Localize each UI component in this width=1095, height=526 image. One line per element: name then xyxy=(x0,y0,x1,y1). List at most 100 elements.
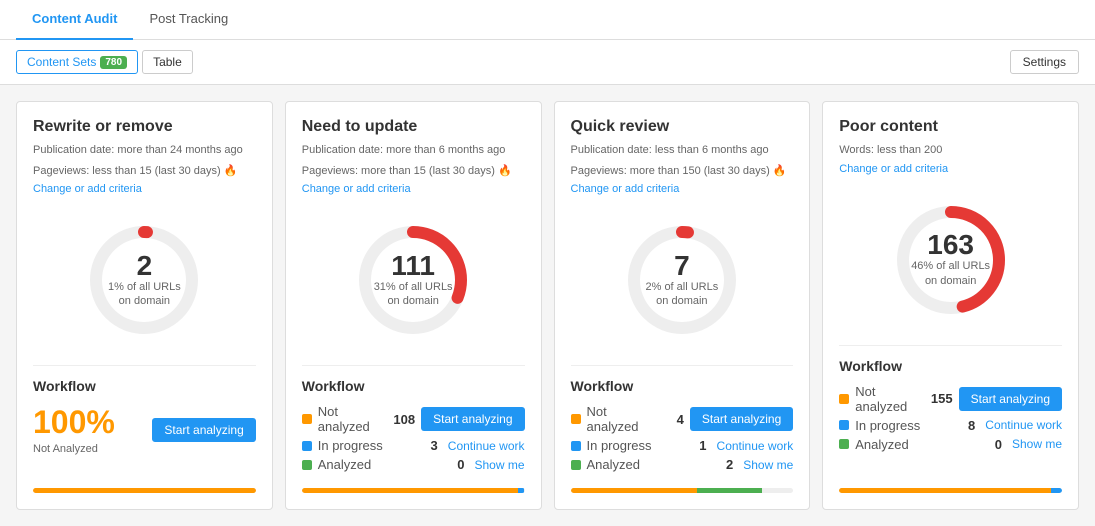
big-percent-label: Not Analyzed xyxy=(33,443,115,455)
workflow-item-count: 0 xyxy=(444,457,464,472)
donut-center: 163 46% of all URLson domain xyxy=(911,231,990,288)
tab-content-audit[interactable]: Content Audit xyxy=(16,0,133,40)
workflow-item-count: 2 xyxy=(713,457,733,472)
workflow-action-link[interactable]: Show me xyxy=(474,458,524,472)
card-rewrite-or-remove: Rewrite or remove Publication date: more … xyxy=(16,101,273,510)
card-criteria-0: Words: less than 200 xyxy=(839,142,1062,159)
card-criteria-1: Pageviews: less than 15 (last 30 days) 🔥 xyxy=(33,163,256,180)
toolbar-left: Content Sets 780 Table xyxy=(16,50,193,74)
content-sets-badge: 780 xyxy=(100,56,127,69)
progress-bar-track xyxy=(839,488,1062,493)
toolbar: Content Sets 780 Table Settings xyxy=(0,40,1095,85)
status-dot xyxy=(839,420,849,430)
workflow-right: Start analyzing xyxy=(421,407,524,431)
workflow-row: Analyzed 0 Show me xyxy=(302,457,525,472)
progress-bar-track xyxy=(33,488,256,493)
status-dot xyxy=(302,414,312,424)
workflow-action-link[interactable]: Continue work xyxy=(448,439,525,453)
workflow-left: Not analyzed 155 xyxy=(839,384,952,414)
workflow-item-count: 4 xyxy=(664,412,684,427)
progress-bar-stacked xyxy=(302,488,525,493)
change-criteria-link[interactable]: Change or add criteria xyxy=(302,183,525,195)
status-dot xyxy=(571,441,581,451)
workflow-action-link[interactable]: Show me xyxy=(1012,437,1062,451)
progress-bar-track xyxy=(302,488,525,493)
not-analyzed-block: 100% Not Analyzed xyxy=(33,404,115,455)
status-dot xyxy=(839,439,849,449)
workflow-action-link[interactable]: Show me xyxy=(743,458,793,472)
workflow-section: Workflow Not analyzed 155 Start analyzin… xyxy=(839,345,1062,456)
status-dot xyxy=(571,414,581,424)
workflow-row: In progress 8 Continue work xyxy=(839,418,1062,433)
start-analyzing-button[interactable]: Start analyzing xyxy=(152,418,255,442)
donut-container: 163 46% of all URLson domain xyxy=(839,195,1062,325)
workflow-item-label: In progress xyxy=(587,438,681,453)
donut-number: 2 xyxy=(108,252,181,280)
workflow-left: Not analyzed 108 xyxy=(302,404,415,434)
status-dot xyxy=(302,441,312,451)
workflow-item-count: 155 xyxy=(931,391,953,406)
donut-number: 111 xyxy=(374,252,453,280)
card-criteria-1: Pageviews: more than 15 (last 30 days) 🔥 xyxy=(302,163,525,180)
workflow-left: In progress 1 xyxy=(571,438,707,453)
status-dot xyxy=(571,460,581,470)
card-title: Quick review xyxy=(571,118,794,136)
donut-center: 2 1% of all URLson domain xyxy=(108,252,181,309)
card-criteria-1: Pageviews: more than 150 (last 30 days) … xyxy=(571,163,794,180)
workflow-row: Not analyzed 108 Start analyzing xyxy=(302,404,525,434)
workflow-right: Show me xyxy=(1008,437,1062,451)
workflow-row: Not analyzed 4 Start analyzing xyxy=(571,404,794,434)
workflow-item-label: Analyzed xyxy=(318,457,439,472)
workflow-row: In progress 1 Continue work xyxy=(571,438,794,453)
change-criteria-link[interactable]: Change or add criteria xyxy=(839,163,1062,175)
start-analyzing-button[interactable]: Start analyzing xyxy=(690,407,793,431)
progress-fill-2 xyxy=(1051,488,1062,493)
card-quick-review: Quick reviewPublication date: less than … xyxy=(554,101,811,510)
big-percent: 100% xyxy=(33,404,115,441)
start-analyzing-button[interactable]: Start analyzing xyxy=(959,387,1062,411)
workflow-section: Workflow 100% Not Analyzed Start analyzi… xyxy=(33,365,256,455)
content-sets-button[interactable]: Content Sets 780 xyxy=(16,50,138,74)
progress-fill-2 xyxy=(518,488,525,493)
workflow-row: Analyzed 0 Show me xyxy=(839,437,1062,452)
workflow-right: Show me xyxy=(739,458,793,472)
card-criteria-0: Publication date: more than 24 months ag… xyxy=(33,142,256,159)
content-sets-label: Content Sets xyxy=(27,55,96,69)
donut-label: 46% of all URLson domain xyxy=(911,259,990,288)
progress-bar-stacked xyxy=(839,488,1062,493)
donut-container: 111 31% of all URLson domain xyxy=(302,215,525,345)
change-criteria-link[interactable]: Change or add criteria xyxy=(571,183,794,195)
workflow-title: Workflow xyxy=(33,378,256,394)
donut-container: 7 2% of all URLson domain xyxy=(571,215,794,345)
change-criteria-link[interactable]: Change or add criteria xyxy=(33,183,256,195)
workflow-left: In progress 3 xyxy=(302,438,438,453)
workflow-item-label: Analyzed xyxy=(587,457,708,472)
progress-bar-stacked xyxy=(571,488,794,493)
progress-bar-container xyxy=(839,476,1062,493)
table-button[interactable]: Table xyxy=(142,50,193,74)
workflow-action-link[interactable]: Continue work xyxy=(985,418,1062,432)
workflow-content: 100% Not Analyzed Start analyzing xyxy=(33,404,256,455)
workflow-action-link[interactable]: Continue work xyxy=(717,439,794,453)
progress-bar-container xyxy=(33,476,256,493)
donut-center: 7 2% of all URLson domain xyxy=(645,252,718,309)
donut-label: 1% of all URLson domain xyxy=(108,280,181,309)
workflow-right: Continue work xyxy=(981,418,1062,432)
donut-number: 163 xyxy=(911,231,990,259)
status-dot xyxy=(302,460,312,470)
workflow-item-label: Not analyzed xyxy=(318,404,388,434)
card-criteria-0: Publication date: more than 6 months ago xyxy=(302,142,525,159)
workflow-section: Workflow Not analyzed 108 Start analyzin… xyxy=(302,365,525,476)
workflow-row: Analyzed 2 Show me xyxy=(571,457,794,472)
donut-container: 2 1% of all URLson domain xyxy=(33,215,256,345)
progress-bar-track xyxy=(571,488,794,493)
card-title: Rewrite or remove xyxy=(33,118,256,136)
settings-button[interactable]: Settings xyxy=(1010,50,1079,74)
tab-post-tracking[interactable]: Post Tracking xyxy=(133,0,244,40)
start-analyzing-button[interactable]: Start analyzing xyxy=(421,407,524,431)
workflow-right: Continue work xyxy=(713,439,794,453)
progress-fill-2 xyxy=(697,488,762,493)
progress-fill-1 xyxy=(839,488,1051,493)
workflow-title: Workflow xyxy=(839,358,1062,374)
workflow-row: In progress 3 Continue work xyxy=(302,438,525,453)
